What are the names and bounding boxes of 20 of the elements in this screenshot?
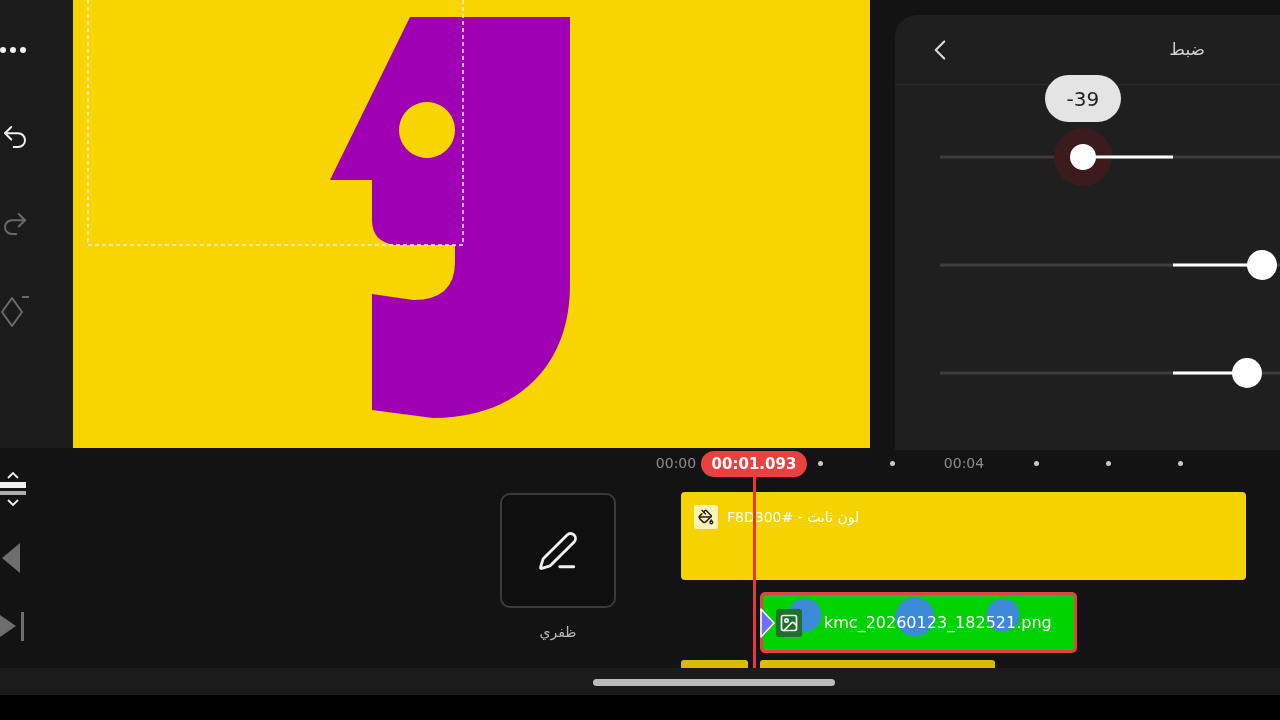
slider-track[interactable] <box>940 128 1280 186</box>
value-tooltip: -39 <box>1044 75 1121 122</box>
paint-bucket-icon <box>694 505 718 529</box>
playhead-time[interactable]: 00:01.093 <box>701 451 807 477</box>
tool-label: ظفري <box>539 623 577 643</box>
slider-thumb[interactable] <box>1246 250 1277 280</box>
edit-button[interactable] <box>500 493 616 608</box>
panel-title: ضبط <box>1169 37 1205 61</box>
slider-track[interactable] <box>940 250 1280 280</box>
clip-strip[interactable] <box>760 660 995 668</box>
image-icon <box>776 608 802 637</box>
ruler-time: 00:04 <box>943 454 985 473</box>
slider-thumb[interactable] <box>1232 358 1262 388</box>
ruler-time: 00:00 <box>655 454 697 473</box>
slider-track[interactable] <box>940 358 1280 388</box>
selection-box[interactable] <box>87 0 464 246</box>
clip-strip[interactable] <box>681 660 748 668</box>
pen-icon <box>537 529 579 572</box>
clip-handle[interactable] <box>760 608 776 638</box>
more-icon[interactable] <box>0 46 26 53</box>
